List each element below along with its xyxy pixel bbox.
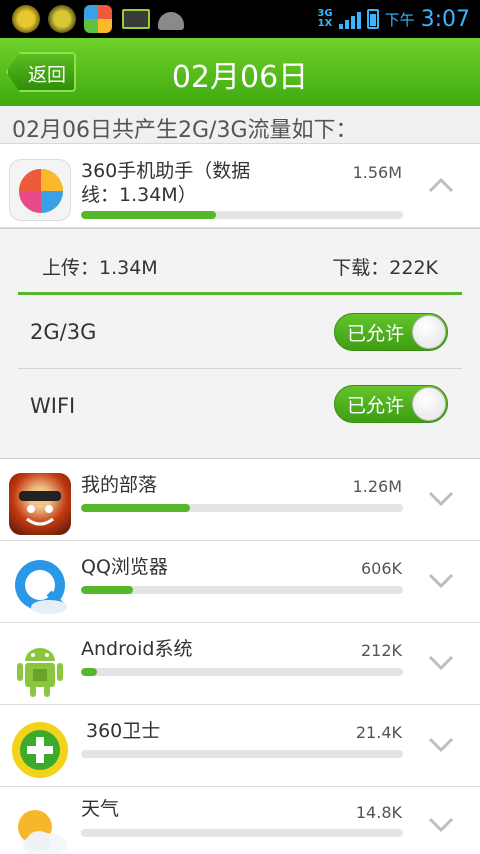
details-divider <box>18 292 462 295</box>
traffic-progress-bar <box>81 586 403 594</box>
header-bar: 返回 02月06日 <box>0 38 480 106</box>
network-label-mobile: 2G/3G <box>30 320 97 344</box>
traffic-progress-fill <box>81 586 133 594</box>
app-name: 360手机助手（数据 线：1.34M） <box>81 159 250 207</box>
traffic-progress-bar <box>81 829 403 837</box>
traffic-progress-bar <box>81 750 403 758</box>
network-divider <box>18 368 462 369</box>
mobile-data-toggle-label: 已允许 <box>347 323 405 345</box>
app-traffic-size: 1.26M <box>352 477 402 496</box>
app-name: QQ浏览器 <box>81 556 168 578</box>
wifi-toggle[interactable]: 已允许 <box>334 385 448 423</box>
app-traffic-size: 212K <box>360 641 402 660</box>
chevron-down-icon[interactable] <box>428 573 454 589</box>
clock-ampm: 下午 <box>384 10 415 29</box>
qq-browser-icon <box>9 555 71 617</box>
chevron-up-icon[interactable] <box>428 177 454 193</box>
page-title: 02月06日 <box>171 60 309 95</box>
app-traffic-size: 1.56M <box>352 163 402 182</box>
chevron-down-icon[interactable] <box>428 655 454 671</box>
chevron-down-icon[interactable] <box>428 491 454 507</box>
game-tribe-icon <box>9 473 71 535</box>
traffic-progress-bar <box>81 668 403 676</box>
download-amount: 下载：222K <box>332 257 438 279</box>
app-traffic-size: 21.4K <box>355 723 402 742</box>
notification-android-icon <box>158 12 184 30</box>
notification-360-check-icon <box>48 5 76 33</box>
app-name-line1: 360手机助手（数据 <box>81 160 251 182</box>
wifi-toggle-label: 已允许 <box>347 395 405 417</box>
chevron-down-icon[interactable] <box>428 817 454 833</box>
app-traffic-size: 14.8K <box>355 803 402 822</box>
traffic-summary-text: 02月06日共产生2G/3G流量如下： <box>12 118 358 143</box>
app-row-360-guard[interactable]: 360卫士 21.4K <box>0 705 480 787</box>
app-traffic-details: 上传：1.34M 下载：222K 2G/3G 已允许 WIFI 已允许 <box>0 228 480 459</box>
network-type: 3G 1X <box>317 9 332 29</box>
notification-sim-icon <box>122 9 150 29</box>
360-guard-icon <box>9 719 71 781</box>
upload-amount: 上传：1.34M <box>42 257 158 279</box>
assistant-app-icon <box>9 159 71 221</box>
app-row-expanded[interactable]: 360手机助手（数据 线：1.34M） 1.56M <box>0 145 480 228</box>
traffic-summary: 02月06日共产生2G/3G流量如下： <box>0 106 480 144</box>
mobile-data-toggle[interactable]: 已允许 <box>334 313 448 351</box>
traffic-progress-fill <box>81 504 191 512</box>
network-1x-label: 1X <box>317 18 333 29</box>
app-name: 360卫士 <box>86 720 161 742</box>
toggle-knob <box>412 387 446 421</box>
app-row-weather[interactable]: 天气 14.8K <box>0 787 480 854</box>
toggle-knob <box>412 315 446 349</box>
traffic-progress-fill <box>81 211 217 219</box>
app-row-qq-browser[interactable]: QQ浏览器 606K <box>0 541 480 623</box>
notification-assistant-icon <box>84 5 112 33</box>
weather-icon <box>9 801 71 854</box>
traffic-progress-fill <box>81 668 98 676</box>
app-name: Android系统 <box>81 638 193 660</box>
network-label-wifi: WIFI <box>30 394 76 418</box>
app-name: 天气 <box>81 798 120 820</box>
app-name-line2: 线：1.34M） <box>81 184 197 206</box>
traffic-progress-bar <box>81 211 403 219</box>
battery-icon <box>366 9 379 29</box>
chevron-down-icon[interactable] <box>428 737 454 753</box>
notification-360-icon <box>12 5 40 33</box>
signal-icon <box>338 9 361 29</box>
app-row-tribe[interactable]: 我的部落 1.26M <box>0 459 480 541</box>
app-name: 我的部落 <box>81 474 158 496</box>
status-bar: 3G 1X 下午 3:07 <box>0 0 480 38</box>
traffic-progress-bar <box>81 504 403 512</box>
app-traffic-size: 606K <box>360 559 402 578</box>
clock-time: 3:07 <box>420 6 470 32</box>
android-icon <box>9 637 71 699</box>
app-row-android-system[interactable]: Android系统 212K <box>0 623 480 705</box>
